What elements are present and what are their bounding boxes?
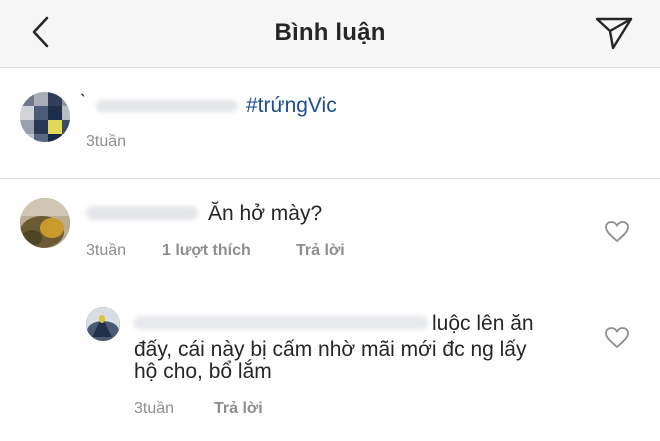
- paper-plane-icon: [595, 17, 633, 50]
- top-bar: Bình luận: [0, 0, 660, 68]
- post-caption: [0, 69, 660, 179]
- redacted-username: [96, 100, 238, 112]
- caption-timestamp: 3tuần: [86, 133, 127, 150]
- heart-icon[interactable]: [604, 220, 630, 244]
- comment-text: luộc lên ăn: [432, 312, 534, 335]
- comment-text: hộ cho, bổ lắm: [134, 360, 272, 383]
- likes-count-link[interactable]: 1 lượt thích: [162, 242, 251, 260]
- redacted-username: [86, 206, 198, 220]
- reply-button[interactable]: Trả lời: [214, 400, 263, 418]
- comment-timestamp: 3tuần: [86, 242, 127, 259]
- hashtag-link[interactable]: #trứngVic: [246, 94, 337, 118]
- redacted-username: [134, 316, 428, 330]
- page-title: Bình luận: [274, 19, 386, 46]
- avatar[interactable]: [86, 307, 120, 341]
- avatar-photo: [86, 307, 120, 341]
- avatar[interactable]: [20, 92, 70, 142]
- send-button[interactable]: [592, 12, 636, 54]
- avatar[interactable]: [20, 198, 70, 248]
- comment-timestamp: 3tuần: [134, 400, 175, 417]
- comment-text: Ăn hở mày?: [208, 202, 323, 225]
- heart-icon[interactable]: [604, 326, 630, 350]
- reply-button[interactable]: Trả lời: [296, 242, 345, 260]
- avatar-photo: [20, 198, 70, 248]
